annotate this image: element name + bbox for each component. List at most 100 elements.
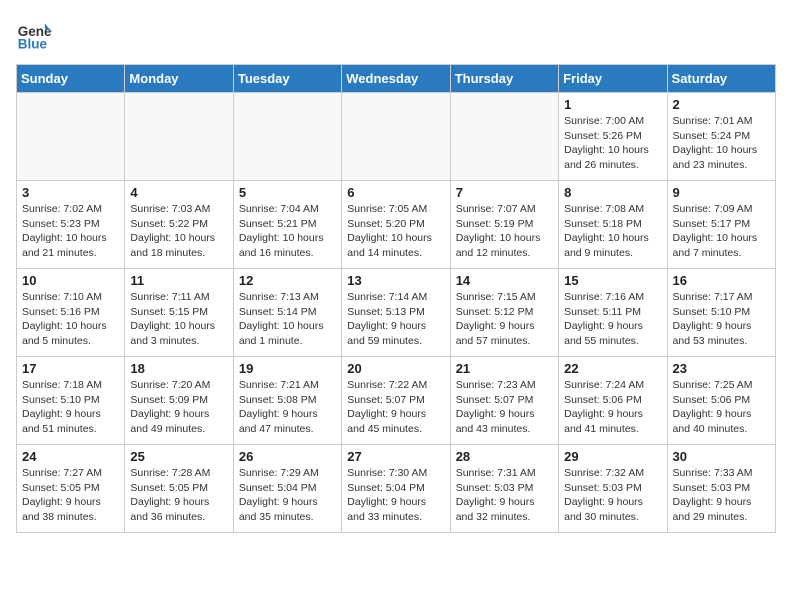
day-info: Sunrise: 7:14 AM Sunset: 5:13 PM Dayligh… bbox=[347, 290, 444, 349]
day-number: 20 bbox=[347, 361, 444, 376]
calendar-day: 30 Sunrise: 7:33 AM Sunset: 5:03 PM Dayli… bbox=[667, 445, 775, 533]
calendar-day: 7Sunrise: 7:07 AM Sunset: 5:19 PM Daylig… bbox=[450, 181, 558, 269]
day-info: Sunrise: 7:27 AM Sunset: 5:05 PM Dayligh… bbox=[22, 466, 119, 525]
calendar-day bbox=[233, 93, 341, 181]
calendar-day: 11 Sunrise: 7:11 AM Sunset: 5:15 PM Dayli… bbox=[125, 269, 233, 357]
day-info: Sunrise: 7:02 AM Sunset: 5:23 PM Dayligh… bbox=[22, 202, 119, 261]
weekday-header: Friday bbox=[559, 65, 667, 93]
day-number: 1 bbox=[564, 97, 661, 112]
day-info: Sunrise: 7:00 AM Sunset: 5:26 PM Dayligh… bbox=[564, 114, 661, 173]
weekday-header: Thursday bbox=[450, 65, 558, 93]
calendar-day: 2 Sunrise: 7:01 AM Sunset: 5:24 PM Daylig… bbox=[667, 93, 775, 181]
day-number: 22 bbox=[564, 361, 661, 376]
day-number: 27 bbox=[347, 449, 444, 464]
page-header: General Blue bbox=[16, 16, 776, 52]
day-info: Sunrise: 7:01 AM Sunset: 5:24 PM Dayligh… bbox=[673, 114, 770, 173]
logo: General Blue bbox=[16, 16, 52, 52]
day-info: Sunrise: 7:04 AM Sunset: 5:21 PM Dayligh… bbox=[239, 202, 336, 261]
day-info: Sunrise: 7:33 AM Sunset: 5:03 PM Dayligh… bbox=[673, 466, 770, 525]
day-info: Sunrise: 7:03 AM Sunset: 5:22 PM Dayligh… bbox=[130, 202, 227, 261]
day-number: 5 bbox=[239, 185, 336, 200]
weekday-header: Sunday bbox=[17, 65, 125, 93]
day-number: 17 bbox=[22, 361, 119, 376]
day-number: 4 bbox=[130, 185, 227, 200]
calendar-day: 8Sunrise: 7:08 AM Sunset: 5:18 PM Daylig… bbox=[559, 181, 667, 269]
calendar-day: 19 Sunrise: 7:21 AM Sunset: 5:08 PM Dayli… bbox=[233, 357, 341, 445]
day-number: 16 bbox=[673, 273, 770, 288]
day-info: Sunrise: 7:05 AM Sunset: 5:20 PM Dayligh… bbox=[347, 202, 444, 261]
calendar-day: 3 Sunrise: 7:02 AM Sunset: 5:23 PM Daylig… bbox=[17, 181, 125, 269]
calendar-day bbox=[17, 93, 125, 181]
day-info: Sunrise: 7:16 AM Sunset: 5:11 PM Dayligh… bbox=[564, 290, 661, 349]
calendar-day: 12 Sunrise: 7:13 AM Sunset: 5:14 PM Dayli… bbox=[233, 269, 341, 357]
calendar-day: 14 Sunrise: 7:15 AM Sunset: 5:12 PM Dayli… bbox=[450, 269, 558, 357]
day-number: 18 bbox=[130, 361, 227, 376]
calendar-day: 20 Sunrise: 7:22 AM Sunset: 5:07 PM Dayli… bbox=[342, 357, 450, 445]
calendar-day: 21 Sunrise: 7:23 AM Sunset: 5:07 PM Dayli… bbox=[450, 357, 558, 445]
day-number: 23 bbox=[673, 361, 770, 376]
day-number: 3 bbox=[22, 185, 119, 200]
day-info: Sunrise: 7:21 AM Sunset: 5:08 PM Dayligh… bbox=[239, 378, 336, 437]
day-info: Sunrise: 7:20 AM Sunset: 5:09 PM Dayligh… bbox=[130, 378, 227, 437]
calendar-day: 25 Sunrise: 7:28 AM Sunset: 5:05 PM Dayli… bbox=[125, 445, 233, 533]
calendar-day: 27 Sunrise: 7:30 AM Sunset: 5:04 PM Dayli… bbox=[342, 445, 450, 533]
calendar-day: 6 Sunrise: 7:05 AM Sunset: 5:20 PM Daylig… bbox=[342, 181, 450, 269]
day-number: 26 bbox=[239, 449, 336, 464]
day-number: 12 bbox=[239, 273, 336, 288]
day-info: Sunrise: 7:13 AM Sunset: 5:14 PM Dayligh… bbox=[239, 290, 336, 349]
calendar-day: 5 Sunrise: 7:04 AM Sunset: 5:21 PM Daylig… bbox=[233, 181, 341, 269]
day-info: Sunrise: 7:10 AM Sunset: 5:16 PM Dayligh… bbox=[22, 290, 119, 349]
day-info: Sunrise: 7:23 AM Sunset: 5:07 PM Dayligh… bbox=[456, 378, 553, 437]
day-number: 13 bbox=[347, 273, 444, 288]
calendar-day bbox=[125, 93, 233, 181]
day-number: 28 bbox=[456, 449, 553, 464]
calendar-body: 1 Sunrise: 7:00 AM Sunset: 5:26 PM Daylig… bbox=[17, 93, 776, 533]
calendar-day: 4 Sunrise: 7:03 AM Sunset: 5:22 PM Daylig… bbox=[125, 181, 233, 269]
calendar-week: 24 Sunrise: 7:27 AM Sunset: 5:05 PM Dayli… bbox=[17, 445, 776, 533]
day-number: 19 bbox=[239, 361, 336, 376]
calendar-day: 28 Sunrise: 7:31 AM Sunset: 5:03 PM Dayli… bbox=[450, 445, 558, 533]
day-info: Sunrise: 7:09 AM Sunset: 5:17 PM Dayligh… bbox=[673, 202, 770, 261]
calendar-day: 18 Sunrise: 7:20 AM Sunset: 5:09 PM Dayli… bbox=[125, 357, 233, 445]
day-info: Sunrise: 7:07 AM Sunset: 5:19 PM Dayligh… bbox=[456, 202, 553, 261]
calendar-day: 10Sunrise: 7:10 AM Sunset: 5:16 PM Dayli… bbox=[17, 269, 125, 357]
calendar-day: 1 Sunrise: 7:00 AM Sunset: 5:26 PM Daylig… bbox=[559, 93, 667, 181]
day-number: 24 bbox=[22, 449, 119, 464]
calendar: SundayMondayTuesdayWednesdayThursdayFrid… bbox=[16, 64, 776, 533]
day-info: Sunrise: 7:15 AM Sunset: 5:12 PM Dayligh… bbox=[456, 290, 553, 349]
day-info: Sunrise: 7:24 AM Sunset: 5:06 PM Dayligh… bbox=[564, 378, 661, 437]
day-info: Sunrise: 7:11 AM Sunset: 5:15 PM Dayligh… bbox=[130, 290, 227, 349]
calendar-week: 10Sunrise: 7:10 AM Sunset: 5:16 PM Dayli… bbox=[17, 269, 776, 357]
day-number: 25 bbox=[130, 449, 227, 464]
day-number: 6 bbox=[347, 185, 444, 200]
day-info: Sunrise: 7:08 AM Sunset: 5:18 PM Dayligh… bbox=[564, 202, 661, 261]
calendar-week: 17 Sunrise: 7:18 AM Sunset: 5:10 PM Dayli… bbox=[17, 357, 776, 445]
day-info: Sunrise: 7:22 AM Sunset: 5:07 PM Dayligh… bbox=[347, 378, 444, 437]
day-number: 2 bbox=[673, 97, 770, 112]
weekday-header: Monday bbox=[125, 65, 233, 93]
day-number: 29 bbox=[564, 449, 661, 464]
day-info: Sunrise: 7:28 AM Sunset: 5:05 PM Dayligh… bbox=[130, 466, 227, 525]
svg-text:Blue: Blue bbox=[18, 36, 48, 51]
day-number: 21 bbox=[456, 361, 553, 376]
day-info: Sunrise: 7:25 AM Sunset: 5:06 PM Dayligh… bbox=[673, 378, 770, 437]
calendar-day: 9 Sunrise: 7:09 AM Sunset: 5:17 PM Daylig… bbox=[667, 181, 775, 269]
calendar-day: 15 Sunrise: 7:16 AM Sunset: 5:11 PM Dayli… bbox=[559, 269, 667, 357]
day-of-week-header: SundayMondayTuesdayWednesdayThursdayFrid… bbox=[17, 65, 776, 93]
day-info: Sunrise: 7:30 AM Sunset: 5:04 PM Dayligh… bbox=[347, 466, 444, 525]
day-info: Sunrise: 7:32 AM Sunset: 5:03 PM Dayligh… bbox=[564, 466, 661, 525]
day-info: Sunrise: 7:18 AM Sunset: 5:10 PM Dayligh… bbox=[22, 378, 119, 437]
day-number: 15 bbox=[564, 273, 661, 288]
calendar-day: 23 Sunrise: 7:25 AM Sunset: 5:06 PM Dayli… bbox=[667, 357, 775, 445]
day-number: 30 bbox=[673, 449, 770, 464]
calendar-week: 1 Sunrise: 7:00 AM Sunset: 5:26 PM Daylig… bbox=[17, 93, 776, 181]
calendar-day: 16Sunrise: 7:17 AM Sunset: 5:10 PM Dayli… bbox=[667, 269, 775, 357]
day-info: Sunrise: 7:31 AM Sunset: 5:03 PM Dayligh… bbox=[456, 466, 553, 525]
day-number: 14 bbox=[456, 273, 553, 288]
calendar-day bbox=[342, 93, 450, 181]
weekday-header: Saturday bbox=[667, 65, 775, 93]
day-number: 9 bbox=[673, 185, 770, 200]
day-number: 11 bbox=[130, 273, 227, 288]
calendar-day: 24 Sunrise: 7:27 AM Sunset: 5:05 PM Dayli… bbox=[17, 445, 125, 533]
calendar-day bbox=[450, 93, 558, 181]
